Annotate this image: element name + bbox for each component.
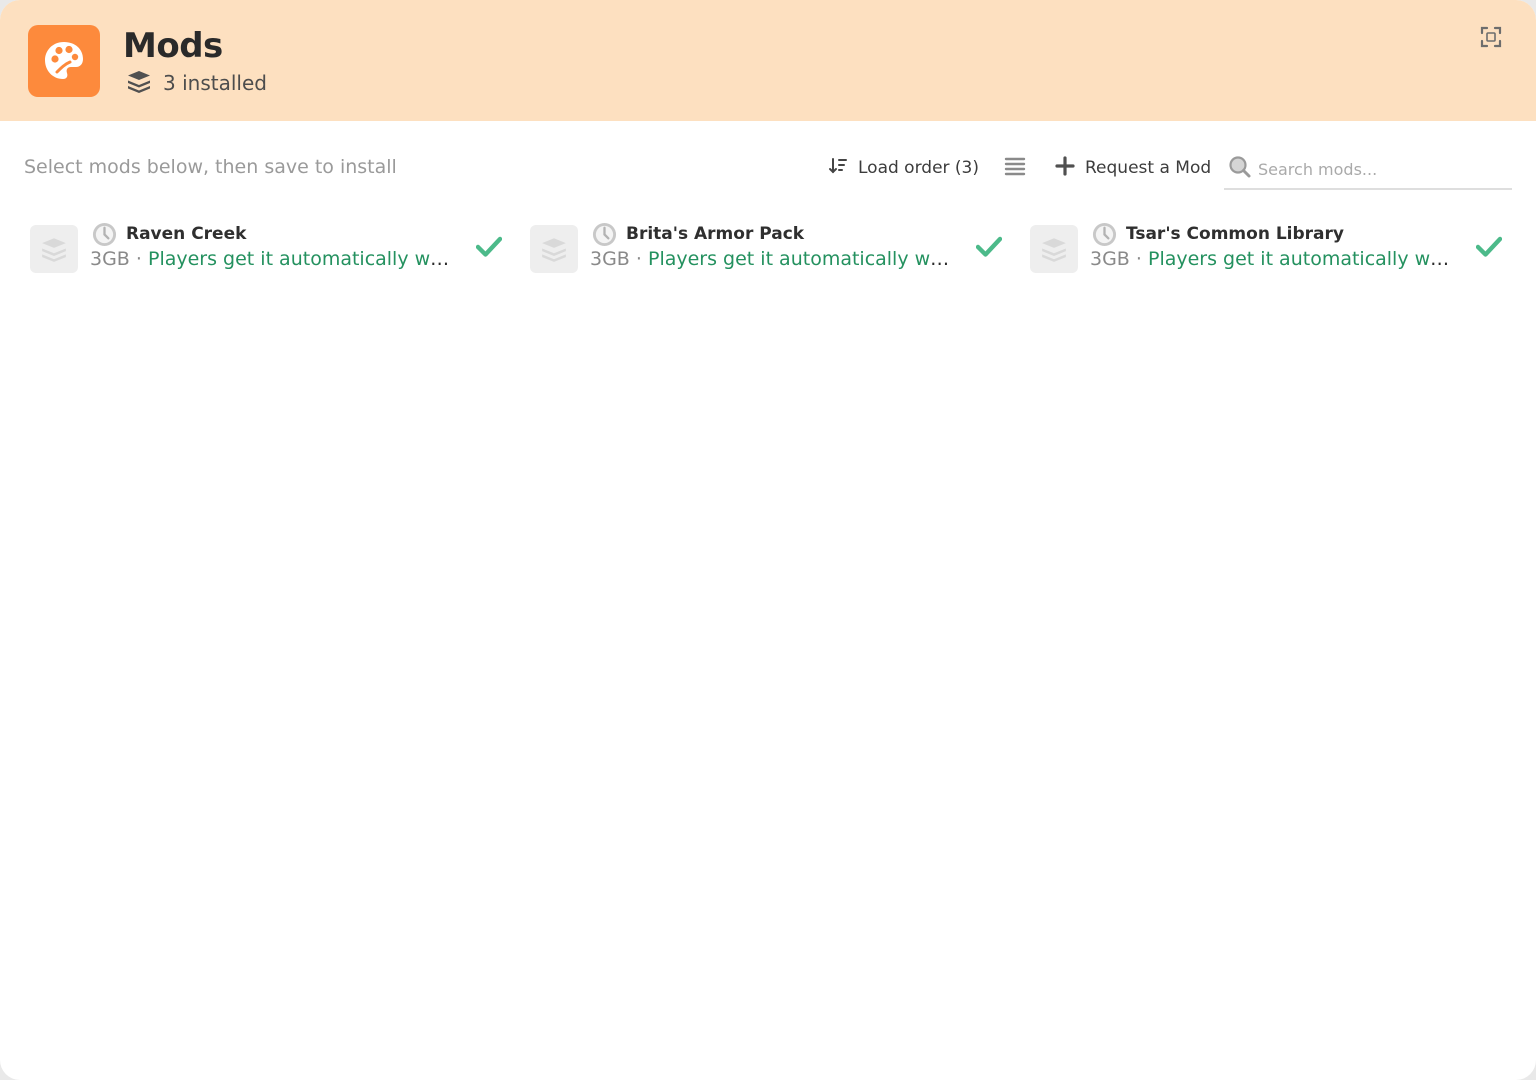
clock-icon xyxy=(592,222,617,247)
mod-name: Brita's Armor Pack xyxy=(626,224,805,244)
clock-icon xyxy=(92,222,117,247)
request-mod-button[interactable]: Request a Mod xyxy=(1055,154,1211,182)
mod-name: Raven Creek xyxy=(126,224,247,244)
mod-note: Players get it automatically when they j… xyxy=(147,248,452,270)
layers-icon xyxy=(542,238,566,262)
load-order-label: Load order (3) xyxy=(858,158,980,178)
mod-note: Players get it automatically when they j… xyxy=(647,248,952,270)
mod-thumbnail xyxy=(30,225,78,273)
installed-count: 3 installed xyxy=(126,70,267,96)
checkmark-icon[interactable] xyxy=(476,236,502,258)
list-icon xyxy=(1004,156,1026,181)
search-box xyxy=(1224,150,1512,190)
layers-icon xyxy=(1042,238,1066,262)
search-input[interactable] xyxy=(1258,159,1508,179)
mod-card-tsars-common-library[interactable]: Tsar's Common Library 3GB · Players get … xyxy=(1030,220,1510,280)
list-view-toggle[interactable] xyxy=(1003,154,1027,182)
sort-icon xyxy=(828,156,848,181)
mod-separator: · xyxy=(1129,248,1148,270)
layers-icon xyxy=(42,238,66,262)
instruction-text: Select mods below, then save to install xyxy=(24,156,397,178)
mod-size: 3GB xyxy=(590,248,630,270)
header: Mods 3 installed xyxy=(0,0,1536,121)
mod-card-britas-armor-pack[interactable]: Brita's Armor Pack 3GB · Players get it … xyxy=(530,220,1010,280)
layers-icon xyxy=(126,69,152,98)
mod-note: Players get it automatically when they j… xyxy=(1147,248,1452,270)
request-mod-label: Request a Mod xyxy=(1085,158,1212,178)
mod-thumbnail xyxy=(1030,225,1078,273)
mod-meta: 3GB · Players get it automatically when … xyxy=(90,248,452,270)
mod-separator: · xyxy=(129,248,148,270)
mod-name: Tsar's Common Library xyxy=(1126,224,1344,244)
expand-icon[interactable] xyxy=(1478,24,1504,50)
mod-meta: 3GB · Players get it automatically when … xyxy=(590,248,952,270)
mod-size: 3GB xyxy=(90,248,130,270)
mod-meta: 3GB · Players get it automatically when … xyxy=(1090,248,1452,270)
palette-icon xyxy=(28,25,100,97)
page-title: Mods xyxy=(123,26,223,66)
mod-size: 3GB xyxy=(1090,248,1130,270)
mod-list: Raven Creek 3GB · Players get it automat… xyxy=(30,220,1520,280)
checkmark-icon[interactable] xyxy=(976,236,1002,258)
clock-icon xyxy=(1092,222,1117,247)
checkmark-icon[interactable] xyxy=(1476,236,1502,258)
mod-card-raven-creek[interactable]: Raven Creek 3GB · Players get it automat… xyxy=(30,220,510,280)
mods-window: Mods 3 installed Select mods below, then xyxy=(0,0,1536,1080)
mod-separator: · xyxy=(629,248,648,270)
search-icon xyxy=(1228,155,1252,183)
load-order-button[interactable]: Load order (3) xyxy=(828,154,979,182)
installed-count-label: 3 installed xyxy=(163,71,267,95)
mod-thumbnail xyxy=(530,225,578,273)
plus-icon xyxy=(1055,155,1075,181)
